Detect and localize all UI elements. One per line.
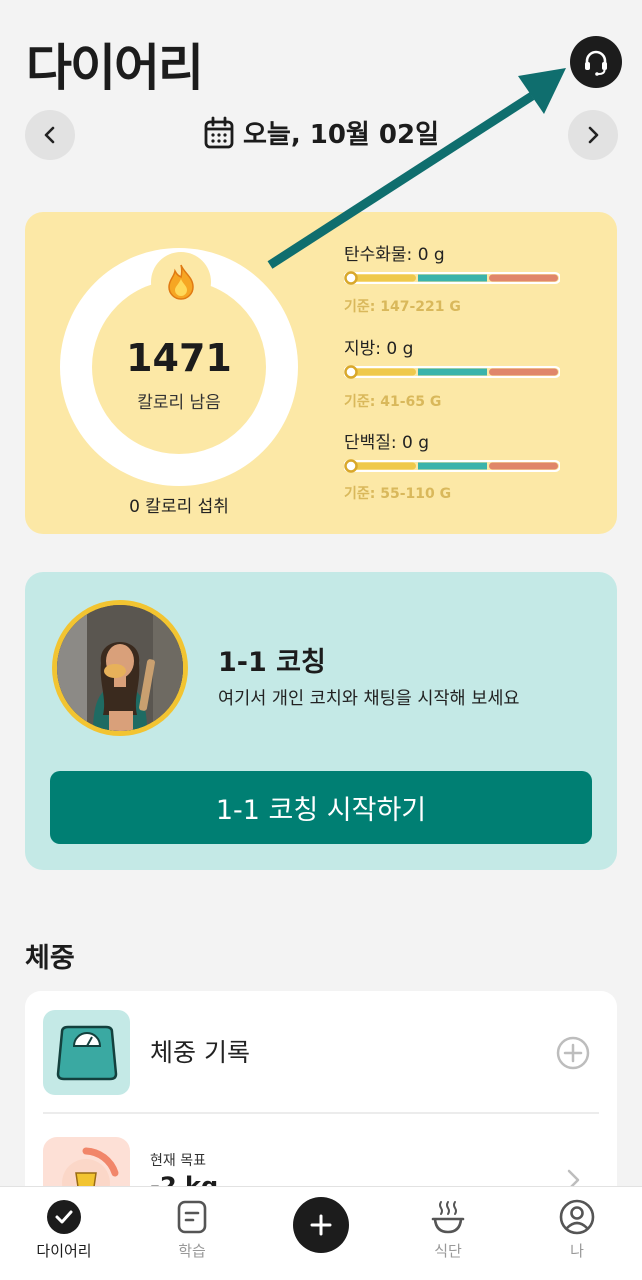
carbs-label: 탄수화물: 0 g bbox=[344, 245, 445, 265]
date-selector[interactable]: 오늘, 10월 02일 bbox=[0, 114, 642, 151]
flame-badge bbox=[151, 252, 211, 312]
bowl-icon bbox=[431, 1201, 465, 1234]
lesson-icon bbox=[177, 1200, 207, 1234]
flame-icon bbox=[168, 264, 194, 300]
current-goal-label: 현재 목표 bbox=[150, 1153, 206, 1169]
scale-icon bbox=[56, 1025, 117, 1080]
nav-label-learn: 학습 bbox=[178, 1242, 206, 1260]
calories-remaining-value: 1471 bbox=[126, 336, 232, 380]
calendar-icon bbox=[204, 116, 234, 148]
nav-label-meal-plan: 식단 bbox=[434, 1242, 462, 1260]
carbs-reference: 기준: 147-221 G bbox=[344, 299, 461, 315]
nav-item-diary[interactable]: 다이어리 bbox=[14, 1186, 114, 1280]
fat-progress-bar bbox=[344, 365, 560, 379]
add-weight-icon[interactable] bbox=[556, 1036, 590, 1070]
page-title: 다이어리 bbox=[26, 39, 204, 97]
calories-intake: 0 칼로리 섭취 bbox=[129, 497, 229, 517]
fat-reference: 기준: 41-65 G bbox=[344, 394, 442, 410]
add-entry-button[interactable] bbox=[293, 1197, 349, 1253]
nav-item-meal-plan[interactable]: 식단 bbox=[398, 1186, 498, 1280]
coach-avatar bbox=[52, 600, 188, 736]
check-circle-icon bbox=[47, 1200, 81, 1234]
nav-item-me[interactable]: 나 bbox=[527, 1186, 627, 1280]
coaching-title: 1-1 코칭 bbox=[218, 647, 326, 678]
weight-divider bbox=[43, 1112, 599, 1114]
calories-remaining-label: 칼로리 남음 bbox=[137, 393, 221, 413]
start-coaching-button[interactable]: 1-1 코칭 시작하기 bbox=[50, 771, 592, 844]
nav-label-me: 나 bbox=[570, 1242, 584, 1260]
coach-photo bbox=[57, 605, 183, 731]
weight-section-heading: 체중 bbox=[25, 943, 75, 974]
protein-reference: 기준: 55-110 G bbox=[344, 486, 452, 502]
nav-item-learn[interactable]: 학습 bbox=[142, 1186, 242, 1280]
protein-label: 단백질: 0 g bbox=[344, 433, 430, 453]
support-button[interactable] bbox=[570, 36, 622, 88]
headset-icon bbox=[585, 50, 607, 76]
profile-icon bbox=[559, 1199, 595, 1235]
nav-label-diary: 다이어리 bbox=[36, 1242, 92, 1260]
carbs-progress-bar bbox=[344, 271, 560, 285]
weight-log-label: 체중 기록 bbox=[150, 1038, 250, 1067]
plus-icon bbox=[310, 1214, 332, 1236]
weight-log-tile[interactable] bbox=[43, 1010, 130, 1095]
fat-label: 지방: 0 g bbox=[344, 339, 414, 359]
date-label: 오늘, 10월 02일 bbox=[242, 120, 440, 150]
coaching-description: 여기서 개인 코치와 채팅을 시작해 보세요 bbox=[218, 689, 520, 709]
protein-progress-bar bbox=[344, 459, 560, 473]
